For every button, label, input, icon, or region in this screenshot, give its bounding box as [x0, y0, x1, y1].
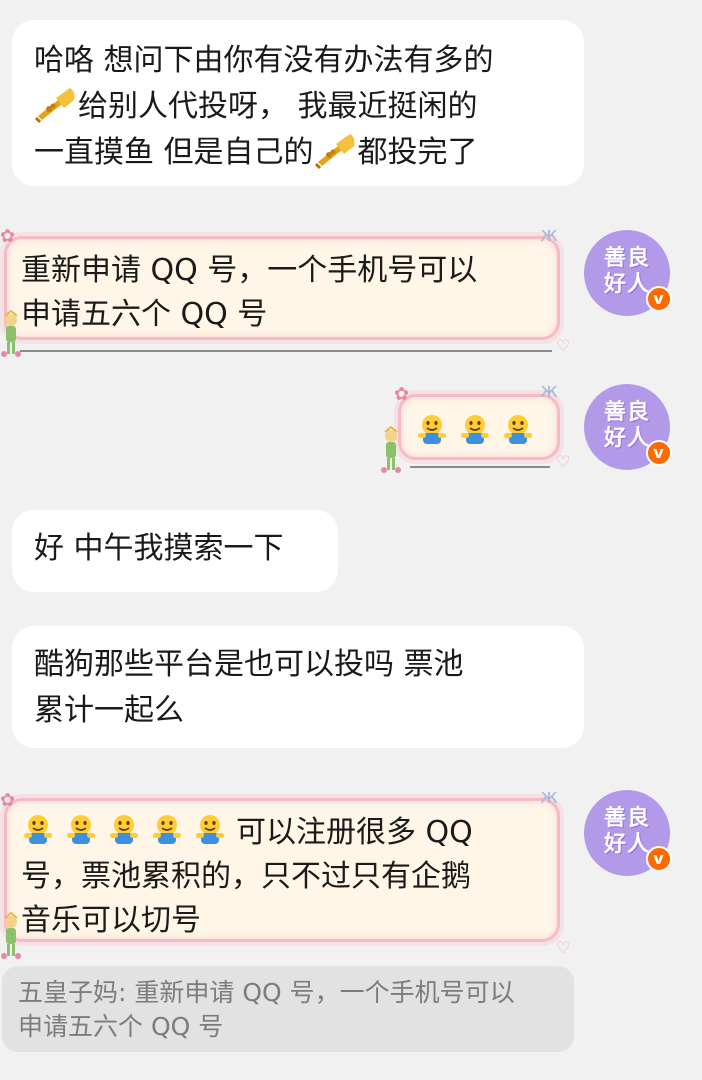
- hugging-emoji-icon: [150, 813, 184, 847]
- quote-text: 申请五六个 QQ 号: [18, 1012, 224, 1041]
- message-bubble-decorated[interactable]: 重新申请 QQ 号，一个手机号可以 申请五六个 QQ 号: [4, 236, 560, 340]
- message-text: 酷狗那些平台是也可以投吗 票池: [34, 647, 464, 682]
- trumpet-icon: [314, 132, 358, 170]
- verified-badge-icon: v: [646, 440, 672, 466]
- butterfly-icon: ж: [540, 378, 559, 402]
- flower-icon: ✿: [0, 226, 16, 247]
- message-text: 给别人代投呀， 我最近挺闲的: [78, 89, 478, 124]
- heart-icon: ♡: [556, 938, 571, 957]
- message-text: 音乐可以切号: [21, 903, 201, 938]
- hugging-emoji-icon: [193, 813, 227, 847]
- little-prince-icon: [380, 426, 402, 474]
- heart-icon: ♡: [556, 336, 571, 355]
- avatar[interactable]: 善良 好人 v: [584, 230, 672, 316]
- hugging-emoji-icon: [415, 413, 449, 447]
- message-bubble[interactable]: 好 中午我摸索一下: [12, 510, 338, 592]
- flower-icon: ✿: [394, 384, 410, 405]
- quote-text: 五皇子妈: 重新申请 QQ 号，一个手机号可以: [18, 978, 515, 1007]
- avatar[interactable]: 善良 好人 v: [584, 790, 672, 876]
- message-bubble-decorated[interactable]: 可以注册很多 QQ 号，票池累积的，只不过只有企鹅 音乐可以切号: [4, 798, 560, 942]
- hugging-emoji-icon: [501, 413, 535, 447]
- bubble-underline: [20, 350, 552, 352]
- message-bubble[interactable]: 酷狗那些平台是也可以投吗 票池 累计一起么: [12, 626, 584, 748]
- message-text: 号，票池累积的，只不过只有企鹅: [21, 859, 471, 894]
- quoted-message[interactable]: 五皇子妈: 重新申请 QQ 号，一个手机号可以 申请五六个 QQ 号: [2, 966, 574, 1052]
- hugging-emoji-icon: [458, 413, 492, 447]
- flower-icon: ✿: [0, 790, 16, 811]
- message-text: 哈咯 想问下由你有没有办法有多的: [34, 43, 494, 78]
- message-text: 可以注册很多 QQ: [236, 815, 473, 850]
- heart-icon: ♡: [556, 452, 571, 471]
- avatar[interactable]: 善良 好人 v: [584, 384, 672, 470]
- verified-badge-icon: v: [646, 846, 672, 872]
- little-prince-icon: [0, 912, 22, 960]
- trumpet-icon: [34, 86, 78, 124]
- chat-area[interactable]: 哈咯 想问下由你有没有办法有多的 给别人代投呀， 我最近挺闲的 一直摸鱼 但是自…: [0, 0, 702, 1080]
- message-text: 一直摸鱼 但是自己的: [34, 135, 314, 170]
- message-text: 累计一起么: [34, 693, 184, 728]
- verified-badge-icon: v: [646, 286, 672, 312]
- message-bubble[interactable]: 哈咯 想问下由你有没有办法有多的 给别人代投呀， 我最近挺闲的 一直摸鱼 但是自…: [12, 20, 584, 186]
- message-text: 重新申请 QQ 号，一个手机号可以: [21, 253, 478, 288]
- butterfly-icon: ж: [540, 784, 559, 808]
- hugging-emoji-icon: [64, 813, 98, 847]
- message-text: 都投完了: [357, 135, 478, 170]
- little-prince-icon: [0, 310, 22, 358]
- message-text: 好 中午我摸索一下: [34, 531, 284, 566]
- hugging-emoji-icon: [21, 813, 55, 847]
- butterfly-icon: ж: [540, 222, 559, 246]
- message-bubble-decorated[interactable]: [398, 394, 560, 460]
- hugging-emoji-icon: [107, 813, 141, 847]
- bubble-underline: [410, 466, 550, 468]
- message-text: 申请五六个 QQ 号: [21, 297, 268, 332]
